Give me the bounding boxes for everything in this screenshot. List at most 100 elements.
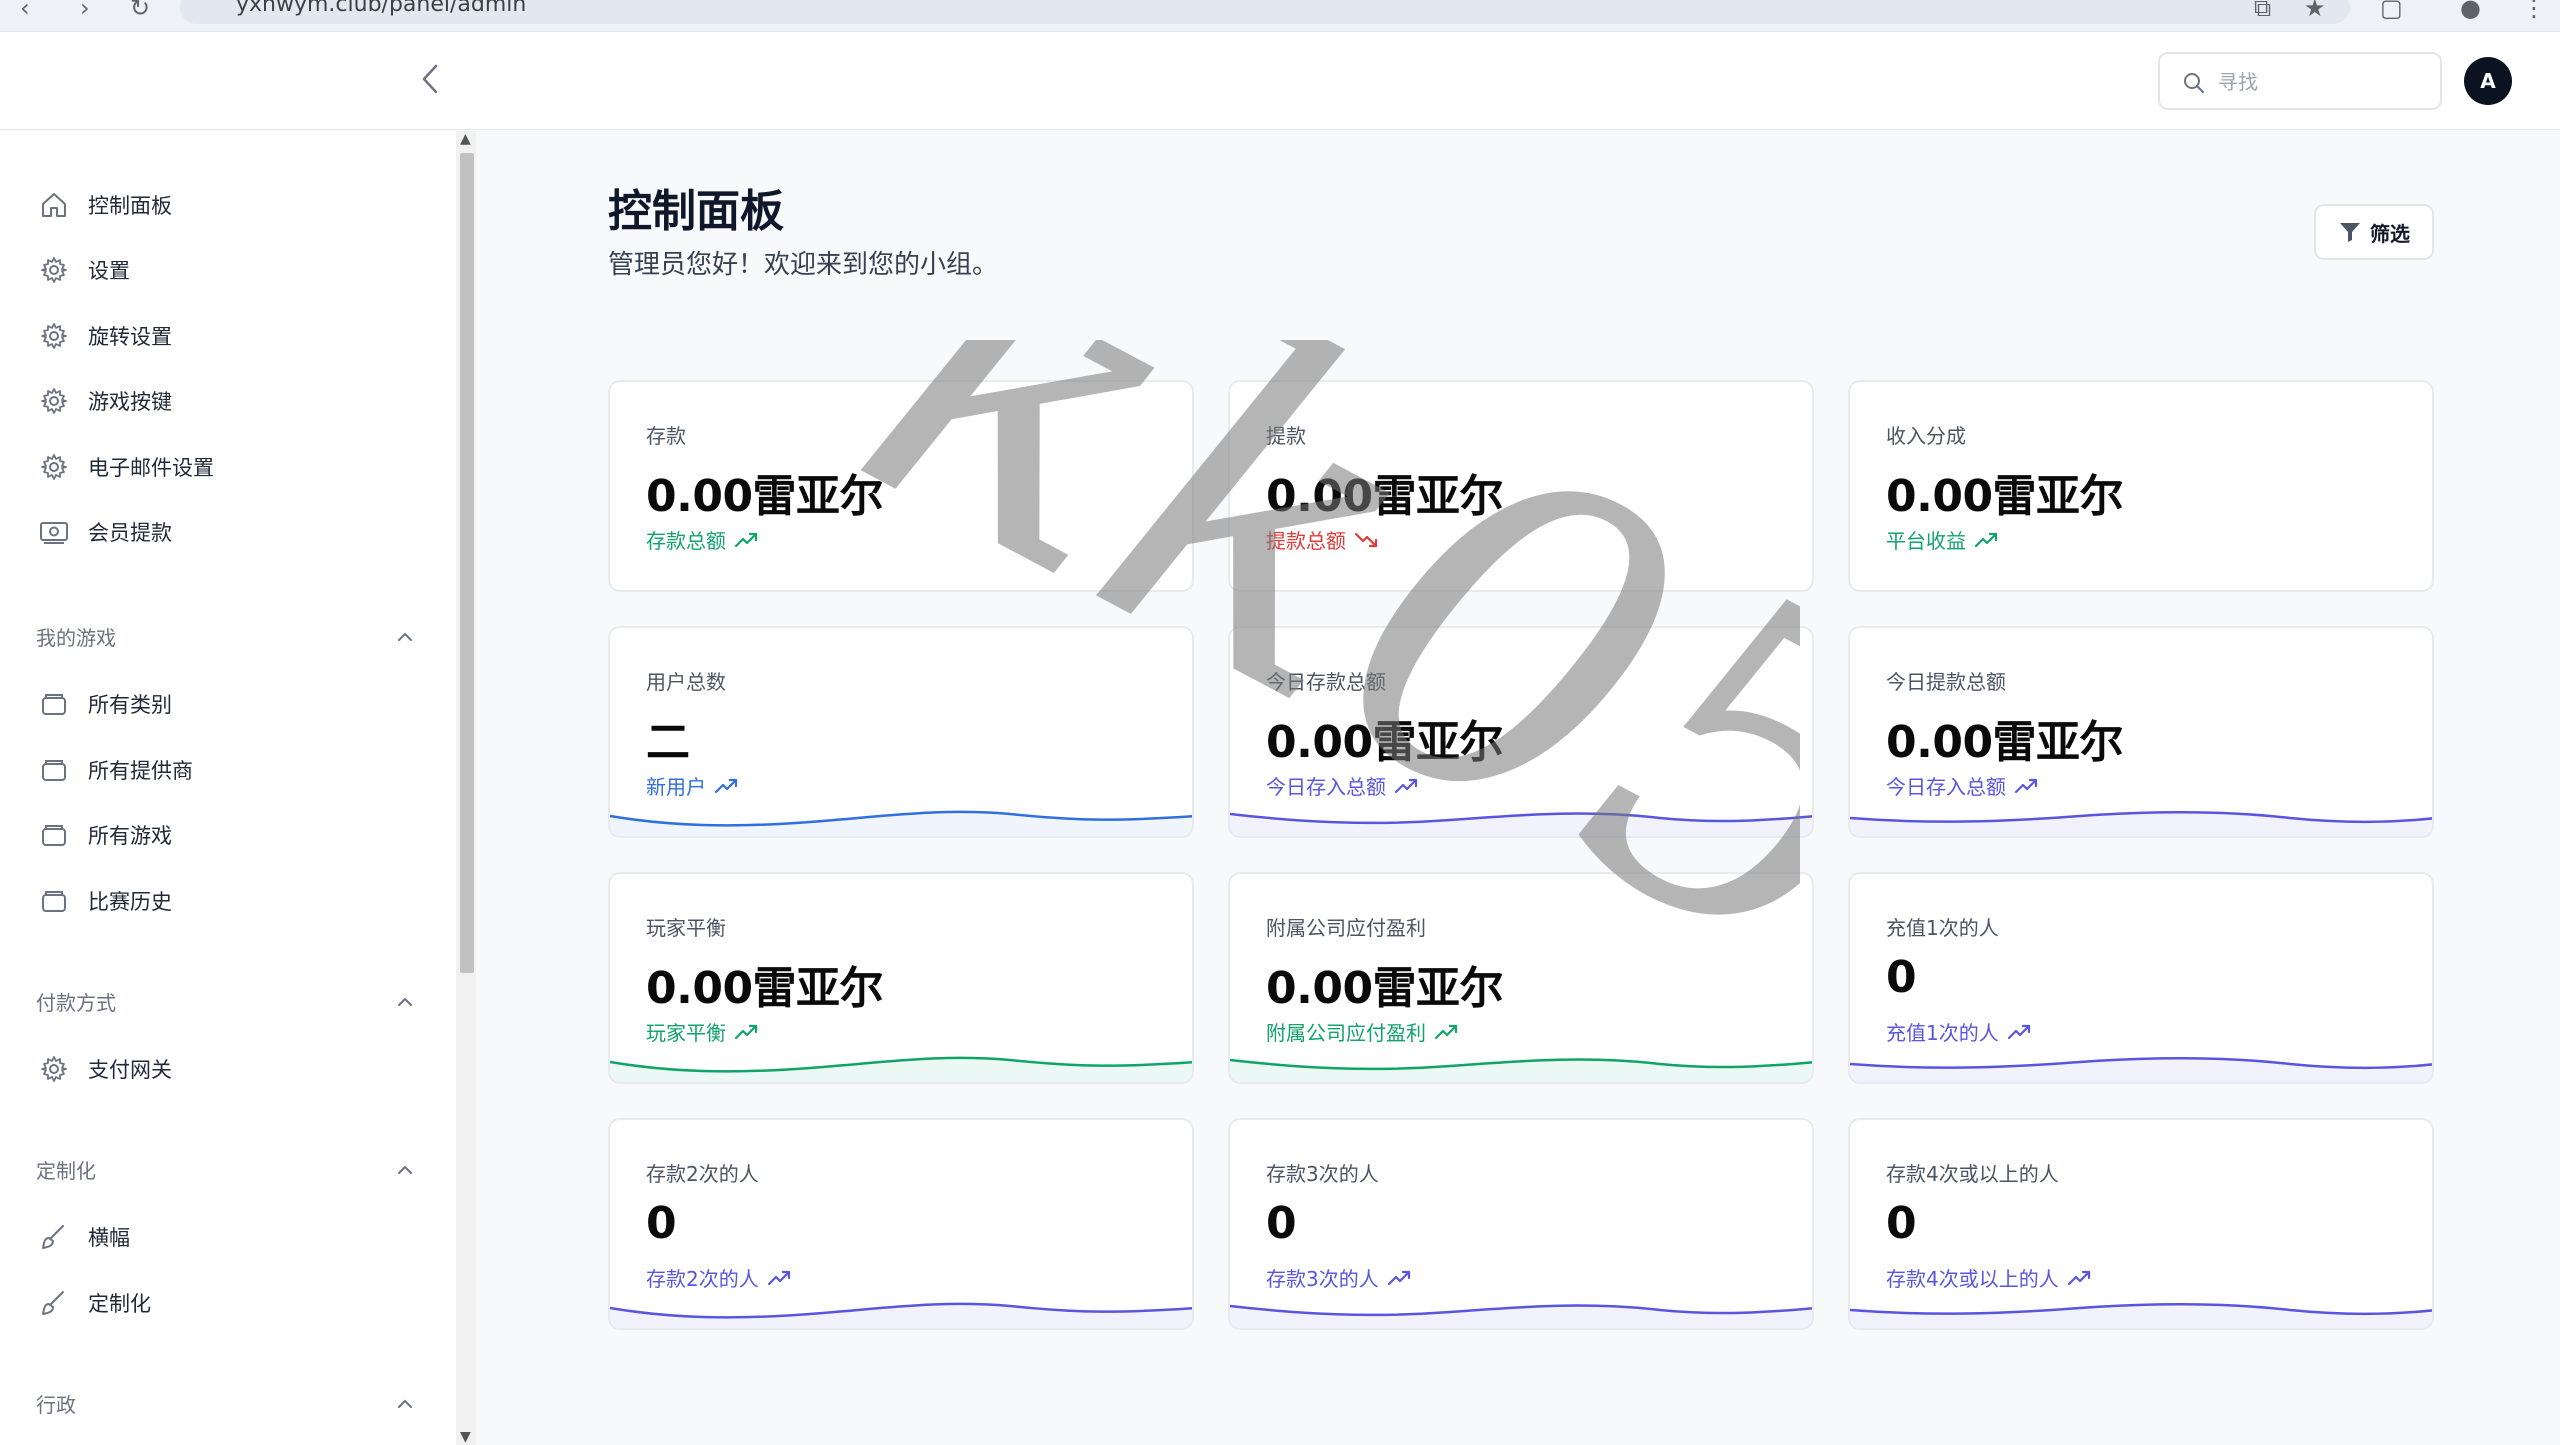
stat-card-label: 充值1次的人 — [1886, 916, 1999, 940]
chevron-left-icon — [422, 64, 438, 94]
sidebar-item[interactable]: 旋转设置 — [36, 312, 416, 360]
stat-card: 附属公司应付盈利 0.00雷亚尔 附属公司应付盈利 — [1228, 872, 1814, 1084]
stat-card-label: 收入分成 — [1886, 424, 1966, 448]
page-subtitle: 管理员您好！欢迎来到您的小组。 — [608, 250, 999, 280]
sidebar-section-title: 行政 — [36, 1392, 76, 1417]
sidebar-collapse-button[interactable] — [410, 62, 450, 102]
trend-up-icon — [1387, 1270, 1410, 1285]
folder-icon — [36, 883, 72, 919]
extensions-icon[interactable]: ▢ — [2380, 0, 2403, 22]
stat-card-value: 0.00雷亚尔 — [646, 963, 884, 1014]
stat-card: 提款 0.00雷亚尔 提款总额 — [1228, 380, 1814, 592]
sidebar-item-label: 所有提供商 — [88, 759, 193, 783]
stat-card: 充值1次的人 0 充值1次的人 — [1848, 872, 2434, 1084]
filter-icon — [2340, 223, 2360, 242]
forward-icon[interactable]: › — [80, 0, 90, 22]
sidebar-item-label: 游戏按键 — [88, 390, 172, 414]
sidebar-item[interactable]: 支付网关 — [36, 1045, 416, 1093]
sidebar-item[interactable]: 电子邮件设置 — [36, 443, 416, 491]
stat-card-value: 0.00雷亚尔 — [646, 471, 884, 522]
address-bar[interactable]: yxhwym.club/panel/admin — [180, 0, 2350, 24]
brush-icon — [36, 1285, 72, 1321]
filter-button-label: 筛选 — [2370, 221, 2410, 246]
top-header: A — [0, 32, 2560, 130]
stat-card-value: 0.00雷亚尔 — [1266, 717, 1504, 768]
back-icon[interactable]: ‹ — [20, 0, 30, 22]
sidebar-item[interactable]: 设置 — [36, 246, 416, 294]
scroll-down-arrow-icon[interactable]: ▼ — [460, 1429, 471, 1445]
stat-card: 玩家平衡 0.00雷亚尔 玩家平衡 — [608, 872, 1194, 1084]
chevron-up-icon[interactable] — [396, 624, 414, 648]
stat-card-label: 存款 — [646, 424, 686, 448]
stat-card-value: 0 — [1886, 1198, 1917, 1249]
sidebar-item[interactable]: 会员提款 — [36, 508, 416, 556]
sidebar-item[interactable]: 所有游戏 — [36, 811, 416, 859]
stat-card: 存款 0.00雷亚尔存款总额 — [608, 380, 1194, 592]
stat-card-label: 提款 — [1266, 424, 1306, 448]
chevron-up-icon[interactable] — [396, 1157, 414, 1181]
chevron-up-icon[interactable] — [396, 1391, 414, 1415]
stat-card-value: 0.00雷亚尔 — [1886, 471, 2124, 522]
stat-card-value: 0 — [1886, 952, 1917, 1003]
sidebar-section-title: 定制化 — [36, 1158, 96, 1183]
profile-icon[interactable]: ● — [2460, 0, 2481, 22]
trend-up-icon — [1434, 1024, 1458, 1039]
search-box[interactable] — [2158, 52, 2442, 110]
stat-card-label: 玩家平衡 — [646, 916, 726, 940]
gear-icon — [36, 318, 72, 354]
trend-up-icon — [2007, 1024, 2030, 1039]
stat-card-label: 存款3次的人 — [1266, 1162, 1379, 1186]
menu-icon[interactable]: ⋮ — [2522, 0, 2546, 22]
sparkline — [610, 1056, 1192, 1082]
sparkline — [1850, 810, 2432, 836]
reload-icon[interactable]: ↻ — [130, 0, 150, 22]
scrollbar-thumb[interactable] — [460, 153, 474, 973]
trend-up-icon — [1394, 778, 1418, 793]
trend-up-icon — [734, 1024, 758, 1039]
trend-down-icon — [1354, 532, 1378, 547]
stat-card-footer-text: 平台收益 — [1886, 529, 1966, 553]
sidebar-scrollbar[interactable]: ▲ ▼ — [456, 131, 476, 1445]
sidebar-section-header[interactable]: 行政 — [36, 1386, 416, 1420]
sidebar-item[interactable]: 控制面板 — [36, 181, 416, 229]
sidebar-item-label: 横幅 — [88, 1226, 130, 1250]
sidebar-item[interactable]: 所有提供商 — [36, 746, 416, 794]
sidebar-item[interactable]: 游戏按键 — [36, 377, 416, 425]
sparkline — [610, 1302, 1192, 1328]
scroll-up-arrow-icon[interactable]: ▲ — [460, 131, 471, 147]
sidebar-item[interactable]: 定制化 — [36, 1279, 416, 1327]
search-input[interactable] — [2218, 64, 2428, 100]
avatar[interactable]: A — [2464, 57, 2512, 105]
trend-up-icon — [2067, 1270, 2090, 1285]
stat-card-value: 0.00雷亚尔 — [1886, 717, 2124, 768]
stat-card: 收入分成 0.00雷亚尔平台收益 — [1848, 380, 2434, 592]
sparkline — [1230, 1304, 1812, 1328]
sidebar-item[interactable]: 所有类别 — [36, 680, 416, 728]
stat-card-label: 今日存款总额 — [1266, 670, 1386, 694]
filter-button[interactable]: 筛选 — [2314, 204, 2434, 260]
sidebar-item-label: 支付网关 — [88, 1058, 172, 1082]
gear-icon — [36, 383, 72, 419]
stat-card-value: 二 — [646, 717, 690, 768]
chevron-up-icon[interactable] — [396, 989, 414, 1013]
stat-card-label: 今日提款总额 — [1886, 670, 2006, 694]
sidebar-item[interactable]: 比赛历史 — [36, 877, 416, 925]
search-icon — [2184, 73, 2204, 93]
sparkline — [1850, 1302, 2432, 1328]
stat-card-label: 存款2次的人 — [646, 1162, 759, 1186]
cash-icon — [36, 514, 72, 550]
sidebar-item[interactable]: 横幅 — [36, 1213, 416, 1261]
stat-card-footer: 存款总额 — [646, 525, 760, 554]
stat-card-footer: 平台收益 — [1886, 525, 2000, 554]
sidebar-section-header[interactable]: 定制化 — [36, 1152, 416, 1186]
translate-icon[interactable]: ⧉ — [2254, 0, 2271, 22]
stat-card-footer: 提款总额 — [1266, 525, 1380, 554]
sidebar-item-label: 所有游戏 — [88, 824, 172, 848]
sidebar-item-label: 旋转设置 — [88, 325, 172, 349]
sidebar-section-header[interactable]: 付款方式 — [36, 984, 416, 1018]
bookmark-star-icon[interactable]: ★ — [2304, 0, 2326, 22]
brush-icon — [36, 1219, 72, 1255]
sidebar-item-label: 所有类别 — [88, 693, 172, 717]
stat-card: 存款2次的人 0 存款2次的人 — [608, 1118, 1194, 1330]
sidebar-section-header[interactable]: 我的游戏 — [36, 619, 416, 653]
